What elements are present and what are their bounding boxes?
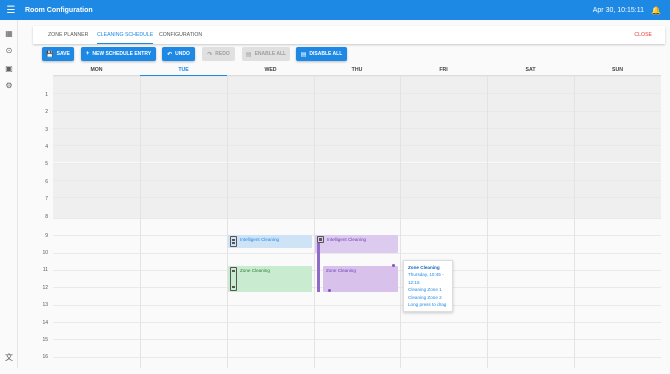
settings-icon[interactable]: ⚙ xyxy=(4,81,14,91)
tooltip-time: Thursday, 10:45 - 12:15 xyxy=(408,272,444,285)
time-row[interactable] xyxy=(53,218,661,235)
hour-label: 12 xyxy=(42,285,48,291)
tab-zone-planner[interactable]: Zone Planner xyxy=(48,26,88,44)
save-button[interactable]: 💾 Save xyxy=(42,47,74,61)
hour-label: 7 xyxy=(45,196,48,202)
resize-handle-icon[interactable] xyxy=(328,289,331,292)
app-title: Room Configuration xyxy=(25,6,93,14)
picture-in-picture-icon[interactable]: ▣ xyxy=(4,64,14,74)
redo-icon: ↷ xyxy=(207,51,213,58)
undo-button[interactable]: ↶ Undo xyxy=(162,47,195,61)
hour-label: 13 xyxy=(42,302,48,308)
time-row[interactable] xyxy=(53,197,661,219)
hour-label: 6 xyxy=(45,179,48,185)
redo-button[interactable]: ↷ Redo xyxy=(202,47,235,61)
hour-label: 1 xyxy=(45,92,48,98)
time-row[interactable] xyxy=(53,321,661,339)
time-row[interactable] xyxy=(53,145,661,163)
hour-label: 9 xyxy=(45,233,48,239)
tooltip-hint: Long press to drag xyxy=(408,302,447,308)
hour-label: 11 xyxy=(42,267,48,273)
day-header-sun: SUN xyxy=(574,64,661,76)
plus-icon: + xyxy=(85,51,90,57)
bell-icon[interactable]: 🔔 xyxy=(651,6,661,15)
hour-label: 15 xyxy=(42,337,48,343)
undo-icon: ↶ xyxy=(167,51,173,58)
hour-label: 14 xyxy=(42,320,48,326)
event-thu-zone-cleaning[interactable]: Zone Cleaning xyxy=(323,266,398,292)
play-circle-icon[interactable]: ⊙ xyxy=(4,46,14,56)
hour-label: 5 xyxy=(45,161,48,167)
drag-handle-icon[interactable] xyxy=(317,236,324,243)
hour-label: 4 xyxy=(45,144,48,150)
time-row[interactable] xyxy=(53,179,661,198)
time-row[interactable] xyxy=(53,339,661,356)
app-bar: ☰ Room Configuration Apr 30, 10:15:11 🔔 xyxy=(0,0,670,20)
event-wed-zone-cleaning[interactable]: Zone Cleaning xyxy=(228,266,312,292)
menu-icon[interactable]: ☰ xyxy=(0,5,22,16)
tooltip-zone: Cleaning Zone 1 xyxy=(408,287,442,293)
week-calendar: MON TUE WED THU FRI SAT SUN 1 2 3 4 5 6 … xyxy=(34,64,661,368)
day-divider xyxy=(227,76,228,368)
drag-handle-icon[interactable] xyxy=(230,236,237,247)
day-divider xyxy=(487,76,488,368)
day-header-fri: FRI xyxy=(400,64,487,76)
day-divider xyxy=(140,76,141,368)
event-tooltip: Zone Cleaning Thursday, 10:45 - 12:15 Cl… xyxy=(403,260,453,313)
disable-all-button[interactable]: ▤ Disable All xyxy=(296,47,347,61)
time-row[interactable] xyxy=(53,127,661,146)
translate-icon[interactable]: 文 xyxy=(5,352,13,363)
day-header-wed: WED xyxy=(227,64,314,76)
new-schedule-entry-button[interactable]: + New Schedule Entry xyxy=(81,47,156,61)
day-header-thu: THU xyxy=(314,64,400,76)
hour-label: 3 xyxy=(45,127,48,133)
day-header-sat: SAT xyxy=(487,64,574,76)
day-header-tue: TUE xyxy=(140,64,227,76)
dashboard-icon[interactable]: ▦ xyxy=(4,29,14,39)
hour-label: 8 xyxy=(45,214,48,220)
tab-configuration[interactable]: Configuration xyxy=(159,26,202,44)
event-resize-rail[interactable] xyxy=(317,243,320,292)
time-row[interactable] xyxy=(53,356,661,374)
day-divider xyxy=(314,76,315,368)
clock: Apr 30, 10:15:11 xyxy=(592,6,644,14)
time-row[interactable] xyxy=(53,304,661,322)
hour-label: 2 xyxy=(45,109,48,115)
hour-label: 10 xyxy=(42,250,48,256)
tooltip-zone: Cleaning Zone 2 xyxy=(408,294,442,300)
day-header-mon: MON xyxy=(53,64,140,76)
tooltip-title: Zone Cleaning xyxy=(408,265,440,270)
event-wed-intelligent-cleaning[interactable]: Intelligent Cleaning xyxy=(228,235,312,248)
time-row[interactable] xyxy=(53,110,661,128)
resize-handle-icon[interactable] xyxy=(392,264,395,267)
calendar-remove-icon: ▤ xyxy=(300,51,307,58)
event-thu-intelligent-cleaning[interactable]: Intelligent Cleaning xyxy=(315,235,398,253)
day-divider xyxy=(574,76,575,368)
hour-label: 16 xyxy=(42,354,48,360)
calendar-check-icon: ▤ xyxy=(245,51,252,58)
day-divider xyxy=(400,76,401,368)
time-row[interactable] xyxy=(53,93,661,111)
time-row[interactable] xyxy=(53,76,661,94)
nav-rail: ▦ ⊙ ▣ ⚙ xyxy=(0,20,18,368)
enable-all-button[interactable]: ▤ Enable All xyxy=(242,47,290,61)
close-button[interactable]: Close xyxy=(634,26,652,44)
tab-cleaning-schedule[interactable]: Cleaning Schedule xyxy=(97,26,154,44)
time-row[interactable] xyxy=(53,162,661,180)
save-icon: 💾 xyxy=(46,51,54,58)
drag-handle-icon[interactable] xyxy=(230,267,237,291)
tab-bar: Zone Planner Cleaning Schedule Configura… xyxy=(33,26,665,44)
